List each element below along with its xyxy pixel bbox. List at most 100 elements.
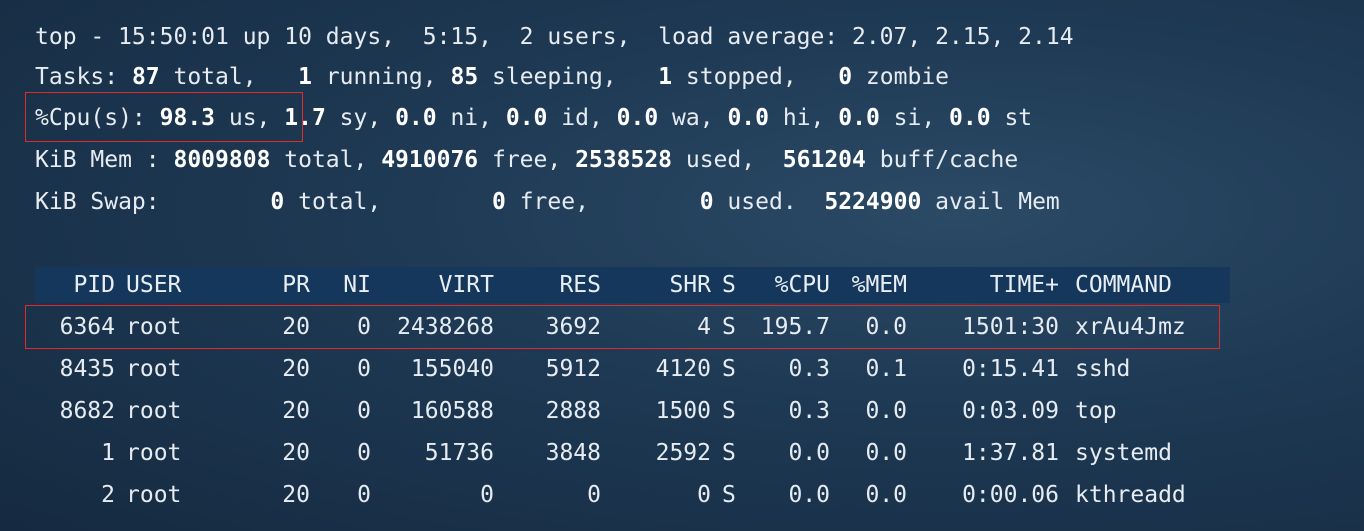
tasks-line: Tasks: 87 total, 1 running, 85 sleeping,… — [35, 61, 949, 93]
mem-total: 8009808 — [173, 147, 271, 173]
cpu-st-suffix: st — [990, 105, 1033, 131]
process-virt: 0 — [480, 482, 494, 508]
column-header-time: TIME+ — [989, 272, 1059, 298]
cpu-ni-suffix: ni, — [436, 105, 506, 131]
process-time: 0:03.09 — [962, 398, 1059, 424]
column-header-pid: PID — [73, 272, 115, 298]
cpu-si: 0.0 — [838, 105, 880, 131]
column-header-virt: VIRT — [438, 272, 494, 298]
process-mem: 0.1 — [865, 356, 907, 382]
cpu-st: 0.0 — [949, 105, 991, 131]
cpu-wa-suffix: wa, — [658, 105, 728, 131]
process-mem: 0.0 — [865, 398, 907, 424]
tasks-stopped-suffix: stopped, — [672, 64, 839, 90]
cpu-ni: 0.0 — [395, 105, 437, 131]
tasks-zombie: 0 — [838, 64, 853, 90]
process-virt: 155040 — [410, 356, 494, 382]
mem-used: 2538528 — [575, 147, 673, 173]
process-res: 5912 — [545, 356, 601, 382]
process-mem: 0.0 — [865, 482, 907, 508]
swap-avail-suffix: avail Mem — [921, 189, 1060, 215]
swap-line: KiB Swap: 0 total, 0 free, 0 used. 52249… — [35, 186, 1060, 218]
process-pid: 8682 — [59, 398, 115, 424]
process-shr: 4120 — [655, 356, 711, 382]
swap-total: 0 — [270, 189, 285, 215]
process-pr: 20 — [282, 482, 310, 508]
process-cmd: kthreadd — [1075, 482, 1186, 508]
mem-used-suffix: used, — [672, 147, 783, 173]
process-ni: 0 — [357, 398, 371, 424]
process-user: root — [126, 440, 182, 466]
process-pid: 2 — [101, 482, 115, 508]
mem-line: KiB Mem : 8009808 total, 4910076 free, 2… — [35, 144, 1018, 176]
cpu-sy-suffix: sy, — [325, 105, 396, 131]
column-header-user: USER — [126, 272, 182, 298]
column-header-cmd: COMMAND — [1075, 272, 1172, 298]
column-header-pr: PR — [282, 272, 310, 298]
process-virt: 160588 — [410, 398, 494, 424]
swap-avail: 5224900 — [824, 189, 922, 215]
swap-total-suffix: total, — [284, 189, 492, 215]
process-user: root — [126, 356, 182, 382]
process-user: root — [126, 482, 182, 508]
process-row: 8435 root 20 0 155040 5912 4120 S 0.3 0.1 0:15.41 s… — [0, 352, 1364, 392]
process-pr: 20 — [282, 356, 310, 382]
cpu-hi: 0.0 — [727, 105, 769, 131]
process-s: S — [722, 482, 736, 508]
cpu-wa: 0.0 — [616, 105, 659, 131]
cpu-hi-suffix: hi, — [769, 105, 839, 131]
swap-label: KiB Swap: — [35, 189, 271, 215]
tasks-running-suffix: running, — [311, 64, 451, 90]
tasks-running: 1 — [298, 64, 312, 90]
tasks-sleeping-suffix: sleeping, — [478, 64, 659, 90]
column-header-ni: NI — [343, 272, 371, 298]
process-user: root — [126, 398, 182, 424]
process-cpu: 0.0 — [788, 482, 830, 508]
process-pr: 20 — [282, 398, 310, 424]
mem-buff-suffix: buff/cache — [865, 147, 1019, 173]
process-cpu: 0.0 — [788, 440, 830, 466]
mem-free-suffix: free, — [478, 147, 576, 173]
process-pid: 8435 — [59, 356, 115, 382]
process-row: 2 root 20 0 0 0 0 S 0.0 0.0 0:00.06 kthreadd — [0, 478, 1364, 518]
swap-used: 0 — [699, 189, 714, 215]
tasks-zombie-suffix: zombie — [852, 64, 950, 90]
process-time: 0:15.41 — [962, 356, 1059, 382]
process-shr: 0 — [697, 482, 711, 508]
swap-free-suffix: free, — [505, 189, 700, 215]
column-header-res: RES — [559, 272, 601, 298]
tasks-total: 87 — [131, 64, 160, 90]
tasks-total-suffix: total, — [159, 64, 299, 90]
column-header-cpu: %CPU — [774, 272, 830, 298]
process-time: 0:00.06 — [962, 482, 1059, 508]
process-cpu: 0.3 — [788, 398, 830, 424]
process-pr: 20 — [282, 440, 310, 466]
tasks-sleeping: 85 — [450, 64, 479, 90]
column-header-shr: SHR — [669, 272, 711, 298]
process-res: 0 — [587, 482, 601, 508]
process-s: S — [722, 440, 736, 466]
process-ni: 0 — [357, 482, 371, 508]
process-s: S — [722, 356, 736, 382]
process-row: 1 root 20 0 51736 3848 2592 S 0.0 0.0 1:37.81 syste… — [0, 436, 1364, 476]
swap-free: 0 — [491, 189, 506, 215]
process-shr: 1500 — [655, 398, 711, 424]
process-ni: 0 — [357, 440, 371, 466]
process-highlight-box — [25, 305, 1220, 349]
tasks-stopped: 1 — [658, 64, 673, 90]
mem-label: KiB Mem : — [35, 147, 174, 173]
process-s: S — [722, 398, 736, 424]
process-row: 8682 root 20 0 160588 2888 1500 S 0.3 0.0 0:03.09 t… — [0, 394, 1364, 434]
process-pid: 1 — [101, 440, 115, 466]
process-res: 3848 — [545, 440, 601, 466]
mem-buff: 561204 — [782, 147, 866, 173]
process-cpu: 0.3 — [788, 356, 830, 382]
uptime-line: top - 15:50:01 up 10 days, 5:15, 2 users… — [35, 24, 1074, 50]
mem-total-suffix: total, — [270, 147, 382, 173]
tasks-label: Tasks: — [35, 64, 132, 90]
swap-used-suffix: used. — [713, 189, 825, 215]
process-cmd: top — [1075, 398, 1117, 424]
cpu-id-suffix: id, — [547, 105, 617, 131]
process-shr: 2592 — [655, 440, 711, 466]
process-res: 2888 — [545, 398, 601, 424]
